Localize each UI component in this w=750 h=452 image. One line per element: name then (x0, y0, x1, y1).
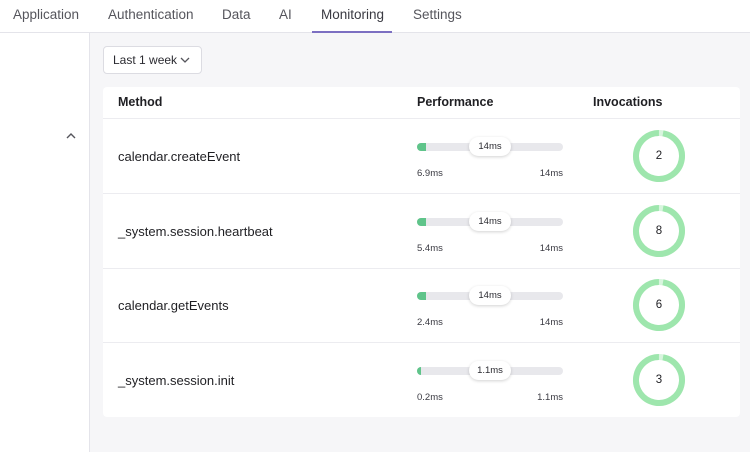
sidebar (0, 33, 90, 452)
performance-bar-fill (417, 218, 426, 226)
performance-current-badge: 14ms (469, 212, 511, 231)
invocations-count: 3 (655, 374, 663, 386)
performance-max: 1.1ms (537, 392, 563, 403)
performance-min: 5.4ms (417, 243, 443, 254)
performance-current-badge: 14ms (469, 137, 511, 156)
performance-max: 14ms (539, 317, 563, 328)
table-row[interactable]: _system.session.init 1.1ms 0.2ms 1.1ms 3 (103, 343, 740, 418)
tab-application[interactable]: Application (13, 0, 79, 33)
top-navigation: Application Authentication Data AI Monit… (0, 0, 750, 33)
tab-monitoring[interactable]: Monitoring (321, 0, 384, 33)
performance-min: 0.2ms (417, 392, 443, 403)
tab-authentication[interactable]: Authentication (108, 0, 194, 33)
method-name: _system.session.heartbeat (118, 224, 273, 239)
active-tab-indicator (312, 31, 392, 33)
method-name: calendar.createEvent (118, 149, 241, 164)
method-name: calendar.getEvents (118, 298, 229, 313)
tab-ai[interactable]: AI (279, 0, 292, 33)
performance-bar-fill (417, 143, 426, 151)
column-header-invocations[interactable]: Invocations (593, 95, 662, 109)
invocations-count: 6 (655, 299, 663, 311)
column-header-performance[interactable]: Performance (417, 95, 493, 109)
methods-table: Method Performance Invocations calendar.… (103, 87, 740, 417)
time-range-label: Last 1 week (113, 53, 178, 67)
table-row[interactable]: calendar.createEvent 14ms 6.9ms 14ms 2 (103, 119, 740, 194)
column-header-method[interactable]: Method (118, 95, 162, 109)
method-name: _system.session.init (118, 373, 235, 388)
invocations-count: 2 (655, 150, 663, 162)
chevron-up-icon[interactable] (65, 131, 77, 141)
performance-bar-fill (417, 367, 421, 375)
performance-max: 14ms (539, 168, 563, 179)
invocations-count: 8 (655, 225, 663, 237)
chevron-down-icon (180, 57, 190, 63)
performance-min: 6.9ms (417, 168, 443, 179)
tab-settings[interactable]: Settings (413, 0, 462, 33)
table-row[interactable]: _system.session.heartbeat 14ms 5.4ms 14ms 8 (103, 194, 740, 269)
performance-current-badge: 14ms (469, 286, 511, 305)
time-range-select[interactable]: Last 1 week (103, 46, 202, 74)
tab-data[interactable]: Data (222, 0, 251, 33)
table-row[interactable]: calendar.getEvents 14ms 2.4ms 14ms 6 (103, 268, 740, 343)
performance-min: 2.4ms (417, 317, 443, 328)
performance-current-badge: 1.1ms (469, 361, 511, 380)
performance-bar-fill (417, 292, 426, 300)
performance-max: 14ms (539, 243, 563, 254)
